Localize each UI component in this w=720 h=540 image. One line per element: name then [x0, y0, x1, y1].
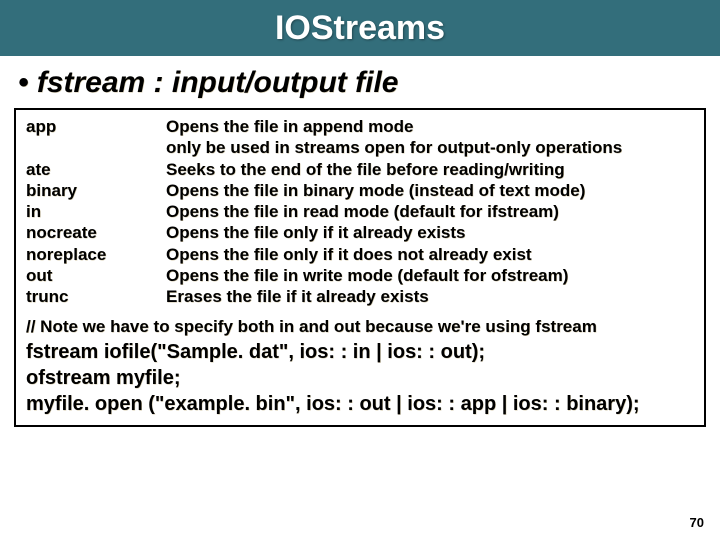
- code-line: ofstream myfile;: [26, 365, 694, 391]
- flag-desc: Opens the file in binary mode (instead o…: [166, 180, 694, 201]
- flag-key: app: [26, 116, 156, 137]
- page-number: 70: [690, 515, 704, 530]
- flag-desc: Opens the file in write mode (default fo…: [166, 265, 694, 286]
- code-line: myfile. open ("example. bin", ios: : out…: [26, 391, 694, 417]
- flag-desc: Opens the file in append mode: [166, 116, 694, 137]
- page-title: IOStreams: [275, 9, 445, 48]
- code-block: fstream iofile("Sample. dat", ios: : in …: [26, 339, 694, 417]
- flag-desc: Opens the file only if it already exists: [166, 222, 694, 243]
- flag-desc: Erases the file if it already exists: [166, 286, 694, 307]
- content-box: app Opens the file in append mode only b…: [14, 108, 706, 427]
- code-line: fstream iofile("Sample. dat", ios: : in …: [26, 339, 694, 365]
- flag-key: [26, 137, 156, 158]
- flag-desc: only be used in streams open for output-…: [166, 137, 694, 158]
- flag-key: out: [26, 265, 156, 286]
- flag-key: trunc: [26, 286, 156, 307]
- flag-key: in: [26, 201, 156, 222]
- flag-key: noreplace: [26, 244, 156, 265]
- flag-desc: Seeks to the end of the file before read…: [166, 159, 694, 180]
- comment-line: // Note we have to specify both in and o…: [26, 317, 694, 337]
- flag-desc: Opens the file only if it does not alrea…: [166, 244, 694, 265]
- flag-key: nocreate: [26, 222, 156, 243]
- flag-key: ate: [26, 159, 156, 180]
- flag-key: binary: [26, 180, 156, 201]
- flag-desc: Opens the file in read mode (default for…: [166, 201, 694, 222]
- title-bar: IOStreams: [0, 0, 720, 56]
- subheading: • fstream : input/output file: [0, 56, 720, 104]
- flags-table: app Opens the file in append mode only b…: [26, 116, 694, 307]
